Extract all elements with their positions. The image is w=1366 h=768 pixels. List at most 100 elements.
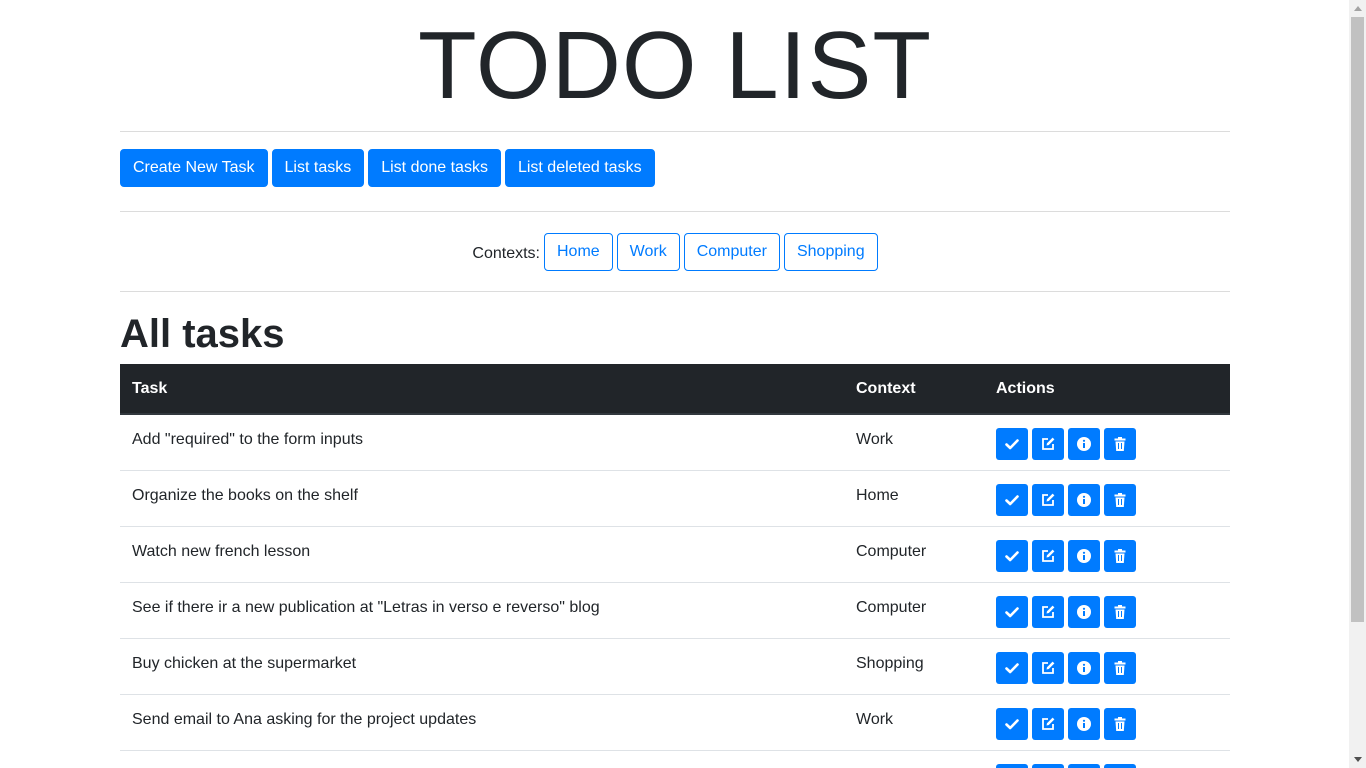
delete-task-button[interactable]	[1104, 707, 1136, 740]
page-title: TODO LIST	[418, 12, 932, 119]
action-button-group	[996, 763, 1218, 768]
delete-task-button[interactable]	[1104, 428, 1136, 460]
edit-task-button[interactable]	[1032, 763, 1064, 768]
vertical-scrollbar[interactable]	[1349, 0, 1366, 768]
task-actions-cell	[984, 637, 1230, 694]
task-actions-cell	[984, 413, 1230, 470]
edit-task-button[interactable]	[1032, 595, 1064, 628]
task-name-cell: See if there ir a new publication at "Le…	[120, 581, 844, 638]
complete-task-button[interactable]	[996, 763, 1028, 768]
contexts-filter: Contexts: Home Work Computer Shopping	[120, 212, 1230, 291]
task-actions-cell	[984, 749, 1230, 768]
action-button-group	[996, 428, 1218, 460]
action-button-group	[996, 483, 1218, 516]
delete-task-button[interactable]	[1104, 651, 1136, 684]
table-row: Send email to Ana asking for the project…	[120, 693, 1230, 750]
complete-task-button[interactable]	[996, 483, 1028, 516]
edit-icon	[1040, 548, 1056, 564]
action-button-group	[996, 595, 1218, 628]
task-context-cell: Work	[844, 693, 984, 750]
task-context-cell: Home	[844, 469, 984, 526]
list-done-tasks-button[interactable]: List done tasks	[368, 149, 501, 187]
complete-task-button[interactable]	[996, 651, 1028, 684]
check-icon	[1004, 548, 1020, 564]
table-body: Add "required" to the form inputs Work Org…	[120, 413, 1230, 768]
header-context: Context	[844, 364, 984, 415]
task-context-cell: Shopping	[844, 637, 984, 694]
task-info-button[interactable]	[1068, 707, 1100, 740]
header-task: Task	[120, 364, 844, 415]
task-actions-cell	[984, 693, 1230, 750]
create-task-button[interactable]: Create New Task	[120, 149, 268, 187]
task-name-cell: Organize the books on the shelf	[120, 469, 844, 526]
task-info-button[interactable]	[1068, 595, 1100, 628]
trash-icon	[1112, 436, 1128, 452]
scroll-up-arrow-icon[interactable]	[1349, 0, 1366, 17]
delete-task-button[interactable]	[1104, 483, 1136, 516]
task-info-button[interactable]	[1068, 539, 1100, 572]
task-context-cell	[844, 749, 984, 768]
scroll-down-arrow-icon[interactable]	[1349, 751, 1366, 768]
list-tasks-button[interactable]: List tasks	[271, 149, 365, 187]
list-deleted-tasks-button[interactable]: List deleted tasks	[504, 149, 655, 187]
info-icon	[1076, 660, 1092, 676]
context-work-button[interactable]: Work	[616, 232, 680, 271]
delete-task-button[interactable]	[1104, 763, 1136, 768]
delete-task-button[interactable]	[1104, 595, 1136, 628]
table-row: Organize the books on the shelf Home	[120, 469, 1230, 526]
edit-task-button[interactable]	[1032, 651, 1064, 684]
context-computer-button[interactable]: Computer	[683, 232, 780, 271]
info-icon	[1076, 716, 1092, 732]
trash-icon	[1112, 604, 1128, 620]
trash-icon	[1112, 716, 1128, 732]
task-name-cell: Buy chicken at the supermarket	[120, 637, 844, 694]
scrollbar-thumb[interactable]	[1351, 17, 1364, 622]
check-icon	[1004, 660, 1020, 676]
edit-icon	[1040, 436, 1056, 452]
table-row: Buy chicken at the supermarket Shopping	[120, 637, 1230, 694]
check-icon	[1004, 492, 1020, 508]
action-button-group	[996, 651, 1218, 684]
task-info-button[interactable]	[1068, 763, 1100, 768]
task-info-button[interactable]	[1068, 651, 1100, 684]
table-header: Task Context Actions	[120, 364, 1230, 415]
section-title: All tasks	[120, 312, 285, 356]
edit-icon	[1040, 604, 1056, 620]
info-icon	[1076, 492, 1092, 508]
context-shopping-button[interactable]: Shopping	[783, 232, 878, 271]
table-row: Watch new french lesson Computer	[120, 525, 1230, 582]
page-container: TODO LIST Create New Task List tasks Lis…	[120, 0, 1230, 768]
edit-task-button[interactable]	[1032, 483, 1064, 516]
task-info-button[interactable]	[1068, 483, 1100, 516]
task-actions-cell	[984, 581, 1230, 638]
task-actions-cell	[984, 469, 1230, 526]
task-name-cell: Send email to Ana asking for the project…	[120, 693, 844, 750]
action-button-group	[996, 707, 1218, 740]
complete-task-button[interactable]	[996, 595, 1028, 628]
edit-icon	[1040, 660, 1056, 676]
contexts-label: Contexts:	[472, 244, 540, 262]
task-name-cell: Add "required" to the form inputs	[120, 413, 844, 470]
action-button-group	[996, 539, 1218, 572]
task-info-button[interactable]	[1068, 428, 1100, 460]
task-context-cell: Computer	[844, 525, 984, 582]
complete-task-button[interactable]	[996, 428, 1028, 460]
table-row	[120, 749, 1230, 768]
complete-task-button[interactable]	[996, 539, 1028, 572]
check-icon	[1004, 716, 1020, 732]
delete-task-button[interactable]	[1104, 539, 1136, 572]
edit-icon	[1040, 492, 1056, 508]
info-icon	[1076, 548, 1092, 564]
task-name-cell	[120, 749, 844, 768]
task-actions-cell	[984, 525, 1230, 582]
edit-task-button[interactable]	[1032, 707, 1064, 740]
edit-task-button[interactable]	[1032, 428, 1064, 460]
task-context-cell: Computer	[844, 581, 984, 638]
trash-icon	[1112, 548, 1128, 564]
task-context-cell: Work	[844, 413, 984, 470]
complete-task-button[interactable]	[996, 707, 1028, 740]
edit-task-button[interactable]	[1032, 539, 1064, 572]
context-home-button[interactable]: Home	[543, 232, 613, 271]
table-row: Add "required" to the form inputs Work	[120, 413, 1230, 470]
table-row: See if there ir a new publication at "Le…	[120, 581, 1230, 638]
